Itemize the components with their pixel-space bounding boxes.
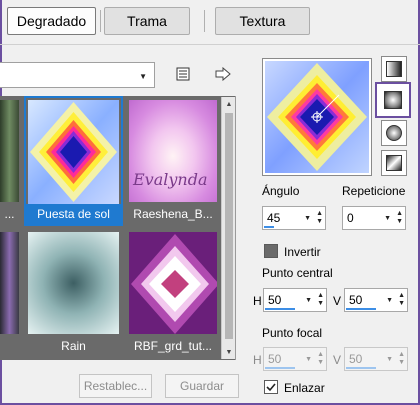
gallery-item[interactable]: Rain bbox=[24, 228, 123, 358]
gallery-item[interactable] bbox=[0, 228, 23, 358]
center-h-slider-bar bbox=[265, 308, 295, 310]
center-h-input[interactable]: 50 ▼ ▲ ▼ bbox=[263, 288, 327, 312]
invert-label: Invertir bbox=[284, 245, 321, 259]
gallery-item-caption bbox=[0, 336, 21, 356]
rectangular-style-icon[interactable] bbox=[375, 82, 411, 118]
reset-button[interactable]: Restablec... bbox=[79, 374, 152, 398]
gradient-preview[interactable] bbox=[262, 58, 372, 176]
tab-pattern-label: Trama bbox=[127, 13, 167, 29]
focal-h-input[interactable]: 50 ▼ ▲ ▼ bbox=[263, 347, 327, 371]
gallery-item-caption: Puesta de sol bbox=[26, 204, 121, 224]
tab-separator bbox=[100, 10, 101, 32]
angle-value: 45 bbox=[267, 211, 281, 225]
chevron-down-icon[interactable]: ▼ bbox=[304, 215, 311, 222]
gallery-item-caption: Raeshena_B... bbox=[133, 207, 213, 221]
focal-v-value: 50 bbox=[349, 352, 363, 366]
focal-v-slider-bar bbox=[346, 367, 376, 369]
spinner-icon[interactable]: ▲ ▼ bbox=[317, 351, 324, 367]
gallery-item[interactable]: RBF_grd_tut... bbox=[125, 228, 221, 358]
chevron-down-icon[interactable]: ▼ bbox=[386, 297, 393, 304]
reset-button-label: Restablec... bbox=[83, 379, 148, 393]
arrow-right-icon[interactable] bbox=[213, 64, 233, 84]
center-h-value: 50 bbox=[268, 293, 282, 307]
gallery-item[interactable]: ... bbox=[0, 96, 23, 226]
link-label: Enlazar bbox=[284, 381, 325, 395]
scroll-down-icon[interactable]: ▼ bbox=[222, 345, 236, 359]
chevron-down-icon: ▼ bbox=[139, 72, 147, 81]
spinner-icon[interactable]: ▲ ▼ bbox=[396, 210, 403, 226]
checkmark-icon bbox=[266, 383, 276, 392]
scrollbar-thumb[interactable] bbox=[225, 113, 233, 339]
angle-slider-bar bbox=[264, 226, 274, 228]
tab-pattern[interactable]: Trama bbox=[104, 7, 190, 35]
center-v-input[interactable]: 50 ▼ ▲ ▼ bbox=[344, 288, 408, 312]
gallery-scrollbar[interactable]: ▲ ▼ bbox=[221, 97, 235, 359]
gallery-item[interactable]: Evalynda Raeshena_B... bbox=[125, 96, 221, 226]
link-checkbox[interactable] bbox=[264, 380, 278, 394]
radial-style-icon[interactable] bbox=[381, 150, 407, 176]
center-v-value: 50 bbox=[349, 293, 363, 307]
save-button-label: Guardar bbox=[179, 379, 225, 393]
angle-input[interactable]: 45 ▼ ▲ ▼ bbox=[262, 206, 326, 230]
scroll-up-icon[interactable]: ▲ bbox=[222, 97, 236, 111]
tab-texture-label: Textura bbox=[239, 13, 286, 29]
gallery-item-selected[interactable]: Puesta de sol bbox=[24, 96, 123, 226]
linear-style-icon[interactable] bbox=[381, 56, 407, 82]
repeats-value: 0 bbox=[347, 211, 354, 225]
tab-gradient[interactable]: Degradado bbox=[7, 7, 96, 35]
center-point-label: Punto central bbox=[262, 266, 333, 280]
chevron-down-icon[interactable]: ▼ bbox=[305, 297, 312, 304]
divider bbox=[0, 44, 420, 45]
gallery-item-caption: Rain bbox=[61, 339, 86, 353]
tab-texture[interactable]: Textura bbox=[215, 7, 310, 35]
save-button[interactable]: Guardar bbox=[165, 374, 239, 398]
gallery-item-caption: ... bbox=[4, 207, 15, 221]
library-dropdown[interactable]: ▼ bbox=[0, 62, 155, 88]
spinner-icon[interactable]: ▲ ▼ bbox=[398, 351, 405, 367]
spinner-icon[interactable]: ▲ ▼ bbox=[317, 292, 324, 308]
sunburst-style-icon[interactable] bbox=[381, 120, 407, 146]
chevron-down-icon[interactable]: ▼ bbox=[386, 356, 393, 363]
spinner-icon[interactable]: ▲ ▼ bbox=[316, 210, 323, 226]
focal-v-input[interactable]: 50 ▼ ▲ ▼ bbox=[344, 347, 408, 371]
focal-h-slider-bar bbox=[265, 367, 295, 369]
invert-checkbox[interactable] bbox=[264, 244, 278, 258]
tab-gradient-label: Degradado bbox=[16, 13, 87, 29]
repeats-input[interactable]: 0 ▼ ▲ ▼ bbox=[342, 206, 406, 230]
chevron-down-icon[interactable]: ▼ bbox=[384, 215, 391, 222]
watermark-text: Evalynda bbox=[133, 170, 208, 189]
focal-h-value: 50 bbox=[268, 352, 282, 366]
chevron-down-icon[interactable]: ▼ bbox=[305, 356, 312, 363]
repeats-label: Repeticione bbox=[342, 184, 406, 198]
focal-h-label: H bbox=[253, 353, 262, 367]
angle-label: Ángulo bbox=[262, 184, 300, 198]
center-v-slider-bar bbox=[346, 308, 376, 310]
resource-manager-icon[interactable] bbox=[173, 64, 193, 84]
tab-separator bbox=[204, 10, 205, 32]
spinner-icon[interactable]: ▲ ▼ bbox=[398, 292, 405, 308]
center-v-label: V bbox=[333, 294, 342, 308]
gallery-item-caption: RBF_grd_tut... bbox=[133, 339, 213, 353]
gradient-gallery: ... Puesta de sol Evalynda Raeshena_B...… bbox=[0, 96, 236, 360]
center-h-label: H bbox=[253, 294, 262, 308]
focal-v-label: V bbox=[333, 353, 342, 367]
focal-point-label: Punto focal bbox=[262, 326, 323, 340]
sunset-gradient-thumb bbox=[28, 100, 119, 204]
